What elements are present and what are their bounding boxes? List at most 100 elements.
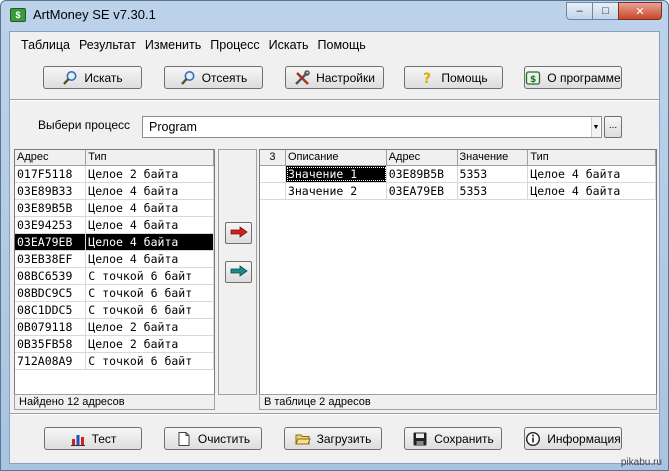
add-all-to-table-button[interactable] [225,261,252,283]
filter-button[interactable]: Отсеять [164,66,263,89]
address-cell: 03EB38EF [15,251,87,267]
type-cell: С точкой 6 байт [86,285,214,301]
floppy-disk-icon [412,431,428,447]
process-combobox[interactable]: Program [142,116,602,138]
menu-bar: Таблица Результат Изменить Процесс Искат… [10,36,372,56]
description-cell[interactable]: Значение 2 [286,183,387,199]
magnifier-icon [180,70,196,86]
table-status: В таблице 2 адресов [259,394,657,410]
type-cell: Целое 2 байта [86,166,214,182]
save-button[interactable]: Сохранить [404,427,502,450]
artmoney-app-icon: $ [10,8,26,22]
search-button[interactable]: Искать [43,66,142,89]
table-row[interactable]: 03EA79EB Целое 4 байта [15,234,214,251]
menu-result[interactable]: Результат [76,36,142,56]
value-cell[interactable]: 5353 [458,183,529,199]
magnifier-icon [62,70,78,86]
clear-button-label: Очистить [197,431,251,446]
description-cell[interactable]: Значение 1 [285,166,387,182]
info-button-label: Информация [547,431,621,446]
client-area: Таблица Результат Изменить Процесс Искат… [9,31,660,464]
menu-edit[interactable]: Изменить [142,36,207,56]
table-header: Адрес Тип [15,150,214,166]
watermark: pikabu.ru [620,457,662,468]
table-header: 3 Описание Адрес Значение Тип [260,150,656,166]
type-cell: Целое 4 байта [86,183,214,199]
menu-table[interactable]: Таблица [18,36,76,56]
found-status: Найдено 12 адресов [14,394,215,410]
app-window: $ ArtMoney SE v7.30.1 – □ ✕ Таблица Резу… [0,0,669,471]
type-cell: Целое 4 байта [86,251,214,267]
address-cell: 08BDC9C5 [15,285,87,301]
found-addresses-table: Адрес Тип 017F5118 Целое 2 байта 03E89B33 Ц… [14,149,215,395]
column-header-address[interactable]: Адрес [387,150,458,165]
column-header-type[interactable]: Тип [528,150,656,165]
address-cell: 712A08A9 [15,353,87,369]
address-cell: 0B079118 [15,319,87,335]
type-cell: Целое 4 байта [86,217,214,233]
table-row[interactable]: 017F5118 Целое 2 байта [15,166,214,183]
menu-help[interactable]: Помощь [315,36,372,56]
arrow-right-teal-icon [230,264,248,280]
table-row[interactable]: 03E89B33 Целое 4 байта [15,183,214,200]
add-to-table-button[interactable] [225,222,252,244]
load-button-label: Загрузить [316,431,372,446]
column-header-address[interactable]: Адрес [15,150,87,165]
address-cell: 08C1DDC5 [15,302,87,318]
svg-text:?: ? [423,71,431,86]
table-row[interactable]: 0B079118 Целое 2 байта [15,319,214,336]
menu-process[interactable]: Процесс [207,36,265,56]
process-browse-button[interactable]: ... [604,116,622,138]
maximize-button[interactable]: □ [592,2,619,20]
table-row[interactable]: 03E94253 Целое 4 байта [15,217,214,234]
title-bar[interactable]: $ ArtMoney SE v7.30.1 – □ ✕ [1,1,668,31]
test-button[interactable]: Тест [44,427,142,450]
type-cell: Целое 4 байта [86,234,214,250]
table-row[interactable]: 08BDC9C5 С точкой 6 байт [15,285,214,302]
type-cell: С точкой 6 байт [86,268,214,284]
transfer-column [218,149,257,395]
table-row[interactable]: 03E89B5B Целое 4 байта [15,200,214,217]
minimize-button[interactable]: – [566,2,593,20]
svg-text:$: $ [530,75,536,85]
type-cell: С точкой 6 байт [86,353,214,369]
type-cell: Целое 4 байта [528,166,656,182]
address-cell: 03E94253 [15,217,87,233]
column-header-count[interactable]: 3 [260,150,286,165]
address-cell: 03EA79EB [387,183,458,199]
table-row[interactable]: 08C1DDC5 С точкой 6 байт [15,302,214,319]
help-button[interactable]: ? Помощь [404,66,503,89]
info-button[interactable]: Информация [524,427,622,450]
table-row[interactable]: 712A08A9 С точкой 6 байт [15,353,214,370]
table-row[interactable]: 0B35FB58 Целое 2 байта [15,336,214,353]
address-cell: 03E89B33 [15,183,87,199]
table-row[interactable]: 08BC6539 С точкой 6 байт [15,268,214,285]
table-row[interactable]: Значение 2 03EA79EB 5353 Целое 4 байта [260,183,656,200]
address-cell: 03E89B5B [15,200,87,216]
address-cell: 03EA79EB [15,234,87,250]
value-cell[interactable]: 5353 [458,166,529,182]
test-button-label: Тест [91,431,117,446]
saved-addresses-table: 3 Описание Адрес Значение Тип Значение 1… [259,149,657,395]
address-cell: 017F5118 [15,166,87,182]
column-header-description[interactable]: Описание [286,150,387,165]
type-cell: Целое 2 байта [86,336,214,352]
question-icon: ? [419,70,435,86]
table-row[interactable]: 03EB38EF Целое 4 байта [15,251,214,268]
menu-search[interactable]: Искать [266,36,315,56]
table-row[interactable]: Значение 1 03E89B5B 5353 Целое 4 байта [260,166,656,183]
about-button-label: О программе [547,70,621,85]
column-header-type[interactable]: Тип [86,150,214,165]
combobox-arrow-icon[interactable]: ▼ [591,117,600,137]
arrow-right-red-icon [230,225,248,241]
close-button[interactable]: ✕ [618,2,662,20]
column-header-value[interactable]: Значение [458,150,529,165]
help-button-label: Помощь [441,70,488,85]
process-label: Выбери процесс [38,118,131,132]
window-title: ArtMoney SE v7.30.1 [33,7,156,22]
settings-button[interactable]: Настройки [285,66,384,89]
about-button[interactable]: $ О программе [524,66,622,89]
clear-button[interactable]: Очистить [164,427,262,450]
count-cell [260,166,286,182]
load-button[interactable]: Загрузить [284,427,382,450]
